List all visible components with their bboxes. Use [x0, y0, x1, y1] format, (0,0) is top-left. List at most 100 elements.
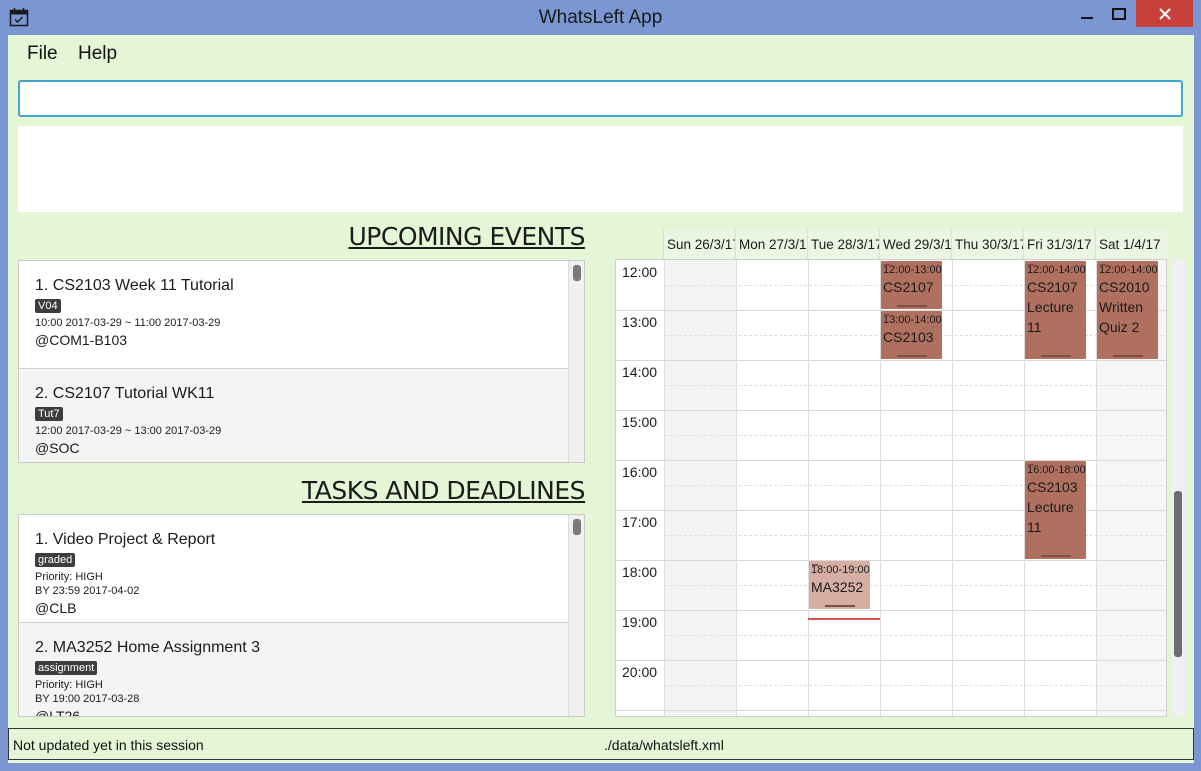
status-bar: Not updated yet in this session ./data/w…: [8, 728, 1194, 760]
save-location: ./data/whatsleft.xml: [604, 737, 724, 753]
event-time: 16:00-18:00: [1027, 464, 1086, 476]
event-card[interactable]: 2. CS2107 Tutorial WK11 Tut7 12:00 2017-…: [19, 369, 568, 462]
time-label: 15:00: [622, 414, 658, 430]
calendar-scroll-thumb[interactable]: [1174, 491, 1182, 657]
event-tag: V04: [35, 299, 61, 313]
calendar-grid[interactable]: 12:00 13:00 14:00 15:00 16:00 17:00 18:00 19:00…: [615, 259, 1167, 717]
calendar-day-header[interactable]: Sat 1/4/17: [1095, 229, 1167, 259]
time-label: 19:00: [622, 614, 658, 630]
weekend-column: [664, 260, 736, 716]
calendar-day-header[interactable]: Wed 29/3/17: [879, 229, 951, 259]
event-time: 13:00-14:00: [883, 314, 942, 326]
hour-gridline: [616, 610, 1166, 611]
task-card[interactable]: 2. MA3252 Home Assignment 3 assignment P…: [19, 623, 568, 716]
calendar-day-headers: Sun 26/3/17 Mon 27/3/17 Tue 28/3/17 Wed 29/…: [663, 229, 1167, 259]
hour-gridline: [616, 710, 1166, 711]
event-title: CS2107: [883, 279, 934, 295]
time-label: 16:00: [622, 464, 658, 480]
calendar-scrollbar[interactable]: [1171, 259, 1185, 717]
current-time-indicator: [808, 617, 880, 620]
calendar-day-header[interactable]: Fri 31/3/17: [1023, 229, 1095, 259]
tasks-scrollbar[interactable]: [568, 515, 584, 716]
task-tag: graded: [35, 553, 76, 567]
calendar-day-header[interactable]: Sun 26/3/17: [663, 229, 735, 259]
calendar-event[interactable]: 18:00-19:00 MA3252: [809, 561, 870, 609]
event-title: CS2103: [883, 329, 934, 345]
calendar-event[interactable]: 12:00-13:00 CS2107: [881, 261, 942, 309]
week-calendar[interactable]: Sun 26/3/17 Mon 27/3/17 Tue 28/3/17 Wed 29/…: [615, 229, 1185, 717]
event-title: CS2103 Lecture 11: [1027, 479, 1078, 535]
event-title: 1. CS2103 Week 11 Tutorial: [35, 277, 234, 294]
event-resize-handle[interactable]: [1041, 555, 1071, 557]
events-scrollbar[interactable]: [568, 261, 584, 462]
event-title: MA3252: [811, 579, 864, 595]
event-resize-handle[interactable]: [897, 355, 927, 357]
title-bar: WhatsLeft App: [0, 0, 1201, 35]
hour-gridline: [616, 660, 1166, 661]
half-hour-gridline: [664, 435, 1166, 436]
hour-gridline: [616, 360, 1166, 361]
menu-bar: File Help: [8, 35, 1194, 73]
half-hour-gridline: [664, 485, 1166, 486]
half-hour-gridline: [664, 635, 1166, 636]
calendar-event[interactable]: 12:00-14:00 CS2107 Lecture 11: [1025, 261, 1086, 359]
events-scroll-thumb[interactable]: [573, 265, 581, 281]
task-title: 1. Video Project & Report: [35, 531, 216, 548]
time-label: 18:00: [622, 564, 658, 580]
tasks-list[interactable]: 1. Video Project & Report graded Priorit…: [18, 514, 585, 717]
day-column-divider: [664, 260, 665, 716]
event-resize-handle[interactable]: [1113, 355, 1143, 357]
event-resize-handle[interactable]: [1041, 355, 1071, 357]
maximize-button[interactable]: [1102, 0, 1136, 27]
half-hour-gridline: [664, 585, 1166, 586]
event-card[interactable]: 1. CS2103 Week 11 Tutorial V04 10:00 201…: [19, 261, 568, 369]
event-drag-handle[interactable]: [812, 564, 818, 566]
event-drag-handle[interactable]: [1100, 264, 1106, 266]
time-label: 14:00: [622, 364, 658, 380]
tasks-deadlines-heading: TASKS AND DEADLINES: [301, 476, 586, 505]
command-input[interactable]: [18, 80, 1183, 117]
minimize-icon: [1081, 16, 1093, 19]
event-drag-handle[interactable]: [1028, 264, 1034, 266]
calendar-day-header[interactable]: Tue 28/3/17: [807, 229, 879, 259]
close-icon: [1158, 7, 1171, 20]
event-time: 12:00-14:00: [1099, 264, 1158, 276]
event-resize-handle[interactable]: [825, 605, 855, 607]
event-title: CS2107 Lecture 11: [1027, 279, 1078, 335]
result-display: [18, 126, 1183, 212]
calendar-event[interactable]: 13:00-14:00 CS2103: [881, 311, 942, 359]
calendar-event[interactable]: 16:00-18:00 CS2103 Lecture 11: [1025, 461, 1086, 559]
task-deadline: BY 19:00 2017-03-28: [35, 693, 140, 705]
tasks-scroll-thumb[interactable]: [573, 519, 581, 535]
sync-status: Not updated yet in this session: [13, 737, 204, 753]
event-drag-handle[interactable]: [884, 264, 890, 266]
event-location: @COM1-B103: [35, 332, 128, 348]
app-window: File Help UPCOMING EVENTS 1. CS2103 Week…: [8, 35, 1194, 763]
day-column-divider: [808, 260, 809, 716]
event-time: 10:00 2017-03-29 ~ 11:00 2017-03-29: [35, 317, 221, 329]
calendar-day-header[interactable]: Mon 27/3/17: [735, 229, 807, 259]
event-drag-handle[interactable]: [884, 314, 890, 316]
task-card[interactable]: 1. Video Project & Report graded Priorit…: [19, 515, 568, 623]
calendar-event[interactable]: 12:00-14:00 CS2010 Written Quiz 2: [1097, 261, 1158, 359]
time-label: 20:00: [622, 664, 658, 680]
time-label: 13:00: [622, 314, 658, 330]
event-drag-handle[interactable]: [1028, 464, 1034, 466]
minimize-button[interactable]: [1070, 0, 1104, 27]
event-resize-handle[interactable]: [897, 305, 927, 307]
upcoming-events-heading: UPCOMING EVENTS: [348, 222, 585, 251]
half-hour-gridline: [664, 535, 1166, 536]
menu-help[interactable]: Help: [78, 43, 117, 65]
time-label: 17:00: [622, 514, 658, 530]
maximize-icon: [1112, 7, 1126, 20]
task-title: 2. MA3252 Home Assignment 3: [35, 639, 261, 656]
task-tag: assignment: [35, 661, 98, 675]
event-title: 2. CS2107 Tutorial WK11: [35, 385, 215, 402]
window-title: WhatsLeft App: [538, 7, 663, 28]
events-list[interactable]: 1. CS2103 Week 11 Tutorial V04 10:00 201…: [18, 260, 585, 463]
calendar-day-header[interactable]: Thu 30/3/17: [951, 229, 1023, 259]
menu-file[interactable]: File: [27, 43, 58, 65]
task-deadline: BY 23:59 2017-04-02: [35, 585, 140, 597]
time-label: 12:00: [622, 264, 658, 280]
close-button[interactable]: [1136, 0, 1193, 27]
